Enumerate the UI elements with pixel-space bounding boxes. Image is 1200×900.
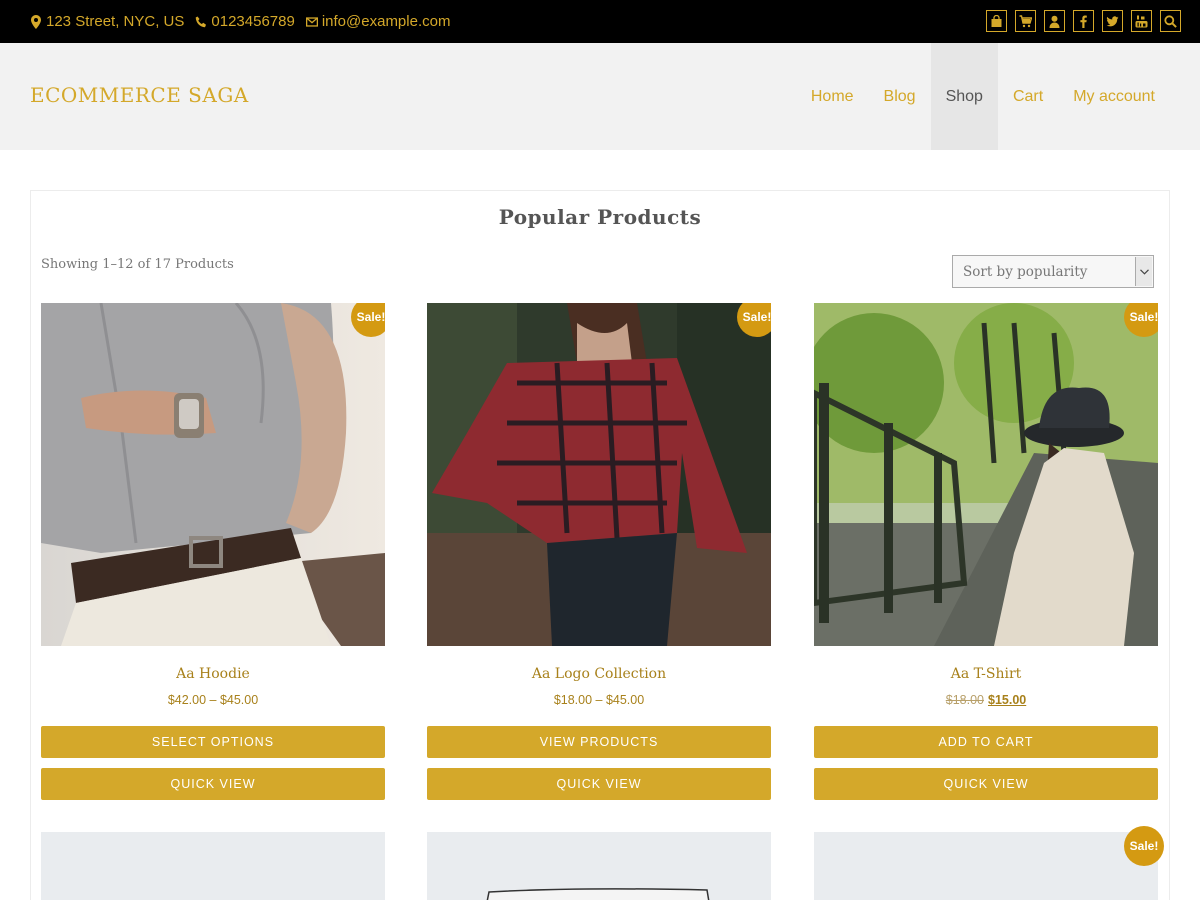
search-icon[interactable] — [1160, 10, 1181, 32]
envelope-icon — [305, 15, 318, 29]
product-price: $18.00 – $45.00 — [553, 693, 645, 707]
site-logo[interactable]: ECOMMERCE SAGA — [30, 83, 249, 107]
add-to-cart-button[interactable]: ADD TO CART — [814, 726, 1158, 758]
product-image[interactable] — [41, 832, 385, 900]
nav-item-cart[interactable]: Cart — [998, 43, 1058, 150]
email-text[interactable]: info@example.com — [322, 13, 451, 30]
product-image[interactable] — [427, 832, 771, 900]
view-products-button[interactable]: VIEW PRODUCTS — [427, 726, 771, 758]
phone-icon — [195, 15, 207, 29]
sort-selected-value: Sort by popularity — [963, 264, 1088, 280]
shop-section: Popular Products Showing 1–12 of 17 Prod… — [30, 190, 1170, 900]
sale-badge: Sale! — [1124, 826, 1164, 866]
select-options-button[interactable]: SELECT OPTIONS — [41, 726, 385, 758]
twitter-icon[interactable] — [1102, 10, 1123, 32]
user-icon[interactable] — [1044, 10, 1065, 32]
youtube-icon[interactable] — [1131, 10, 1152, 32]
sort-select[interactable]: Sort by popularity — [952, 255, 1154, 288]
email-item[interactable]: info@example.com — [305, 13, 451, 30]
nav-item-shop[interactable]: Shop — [930, 43, 998, 150]
main-nav: Home Blog Shop Cart My account — [796, 43, 1170, 150]
product-name[interactable]: Aa Hoodie — [41, 666, 385, 682]
product-image[interactable]: Sale! — [41, 303, 385, 646]
product-price: $42.00 – $45.00 — [167, 693, 259, 707]
nav-item-home[interactable]: Home — [796, 43, 869, 150]
map-marker-icon — [30, 14, 42, 29]
phone-text: 0123456789 — [211, 13, 295, 30]
nav-item-blog[interactable]: Blog — [869, 43, 931, 150]
top-bar: 123 Street, NYC, US 0123456789 info@exam… — [0, 0, 1200, 43]
bag-icon[interactable] — [986, 10, 1007, 32]
product-name[interactable]: Aa Logo Collection — [427, 666, 771, 682]
product-image[interactable]: Sale! — [814, 303, 1158, 646]
product-price: $18.00 $15.00 — [814, 693, 1158, 707]
quick-view-button[interactable]: QUICK VIEW — [427, 768, 771, 800]
contact-info: 123 Street, NYC, US 0123456789 info@exam… — [30, 0, 461, 43]
social-icons — [978, 10, 1181, 32]
quick-view-button[interactable]: QUICK VIEW — [814, 768, 1158, 800]
product-name[interactable]: Aa T-Shirt — [814, 666, 1158, 682]
sale-price: $15.00 — [988, 693, 1027, 707]
product-image[interactable] — [814, 832, 1158, 900]
site-header: ECOMMERCE SAGA Home Blog Shop Cart My ac… — [0, 43, 1200, 150]
result-count: Showing 1–12 of 17 Products — [41, 257, 234, 272]
address-item: 123 Street, NYC, US — [30, 13, 184, 30]
chevron-down-icon — [1135, 257, 1152, 286]
cart-icon[interactable] — [1015, 10, 1036, 32]
nav-item-my-account[interactable]: My account — [1058, 43, 1170, 150]
address-text: 123 Street, NYC, US — [46, 13, 185, 30]
old-price: $18.00 — [945, 693, 984, 707]
quick-view-button[interactable]: QUICK VIEW — [41, 768, 385, 800]
phone-item: 0123456789 — [195, 13, 295, 30]
facebook-icon[interactable] — [1073, 10, 1094, 32]
section-title: Popular Products — [498, 205, 702, 229]
product-image[interactable]: Sale! — [427, 303, 771, 646]
